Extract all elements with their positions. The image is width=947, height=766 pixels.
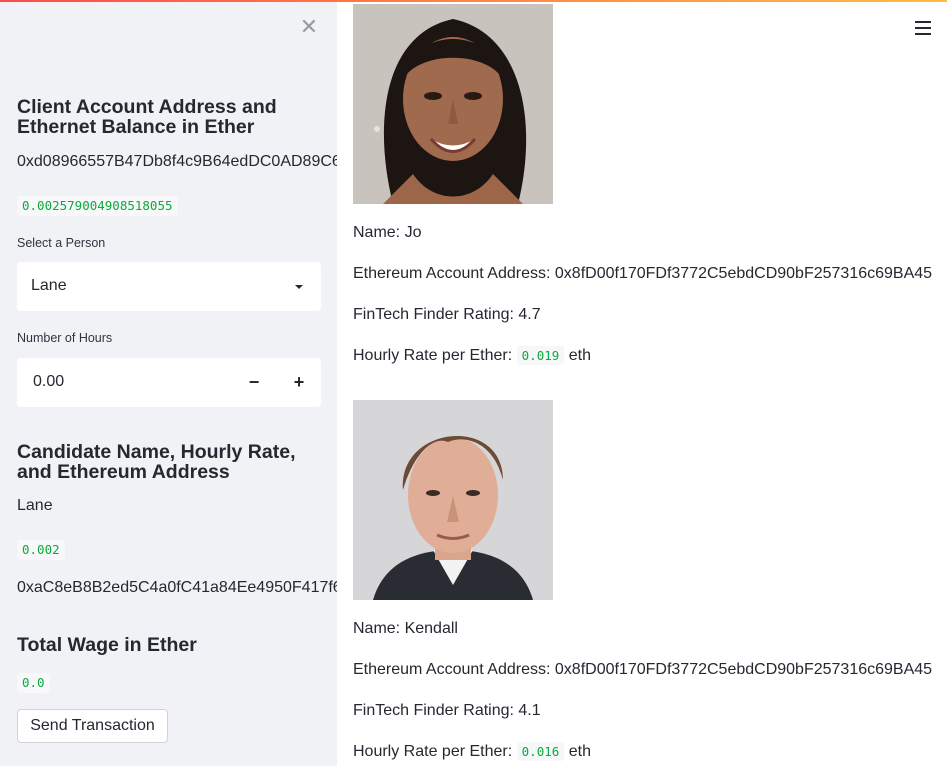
send-transaction-button[interactable]: Send Transaction — [17, 709, 168, 743]
candidate-name-kendall: Name: Kendall — [353, 620, 458, 637]
client-address: 0xd08966557B47Db8f4c9B64edDC0AD89C6 — [17, 153, 337, 170]
rate-suffix: eth — [568, 743, 591, 760]
rate-value: 0.019 — [516, 346, 565, 365]
plus-icon[interactable]: + — [287, 370, 311, 394]
close-icon[interactable]: ✕ — [298, 16, 320, 38]
hours-number-input: − + — [17, 358, 321, 407]
rate-value: 0.016 — [516, 742, 565, 761]
rate-prefix: Hourly Rate per Ether: — [353, 347, 513, 364]
person-select[interactable]: Lane — [17, 262, 321, 311]
hours-label: Number of Hours — [17, 331, 113, 345]
candidate-heading: Candidate Name, Hourly Rate, and Ethereu… — [17, 441, 296, 483]
chevron-down-icon — [295, 285, 303, 289]
candidate-rating-kendall: FinTech Finder Rating: 4.1 — [353, 702, 541, 719]
candidate-photo-kendall — [353, 400, 553, 600]
candidate-rate-line-jo: Hourly Rate per Ether: 0.019 eth — [353, 346, 591, 365]
candidate-name-jo: Name: Jo — [353, 224, 422, 241]
candidate-address-kendall: Ethereum Account Address: 0x8fD00f170FDf… — [353, 661, 933, 678]
total-wage-value: 0.0 — [17, 673, 50, 693]
candidate-address: 0xaC8eB8B2ed5C4a0fC41a84Ee4950F417f6 — [17, 579, 337, 596]
rate-prefix: Hourly Rate per Ether: — [353, 743, 513, 760]
client-account-heading: Client Account Address and Ethernet Bala… — [17, 96, 277, 138]
hours-input[interactable] — [33, 373, 233, 391]
candidate-rating-jo: FinTech Finder Rating: 4.7 — [353, 306, 541, 323]
hamburger-menu-icon[interactable] — [915, 21, 931, 35]
sidebar: ✕ Client Account Address and Ethernet Ba… — [0, 0, 337, 766]
main-content: Name: Jo Ethereum Account Address: 0x8fD… — [337, 0, 947, 766]
rate-suffix: eth — [568, 347, 591, 364]
candidate-name: Lane — [17, 497, 53, 514]
total-wage-heading: Total Wage in Ether — [17, 634, 197, 656]
select-person-label: Select a Person — [17, 236, 106, 250]
minus-icon[interactable]: − — [242, 370, 266, 394]
top-accent-stripe — [0, 0, 947, 2]
candidate-address-jo: Ethereum Account Address: 0x8fD00f170FDf… — [353, 265, 933, 282]
person-select-value: Lane — [31, 277, 67, 294]
candidate-photo-jo — [353, 4, 553, 204]
candidate-rate-line-kendall: Hourly Rate per Ether: 0.016 eth — [353, 742, 591, 761]
client-balance: 0.002579004908518055 — [17, 196, 178, 216]
candidate-rate: 0.002 — [17, 540, 65, 560]
